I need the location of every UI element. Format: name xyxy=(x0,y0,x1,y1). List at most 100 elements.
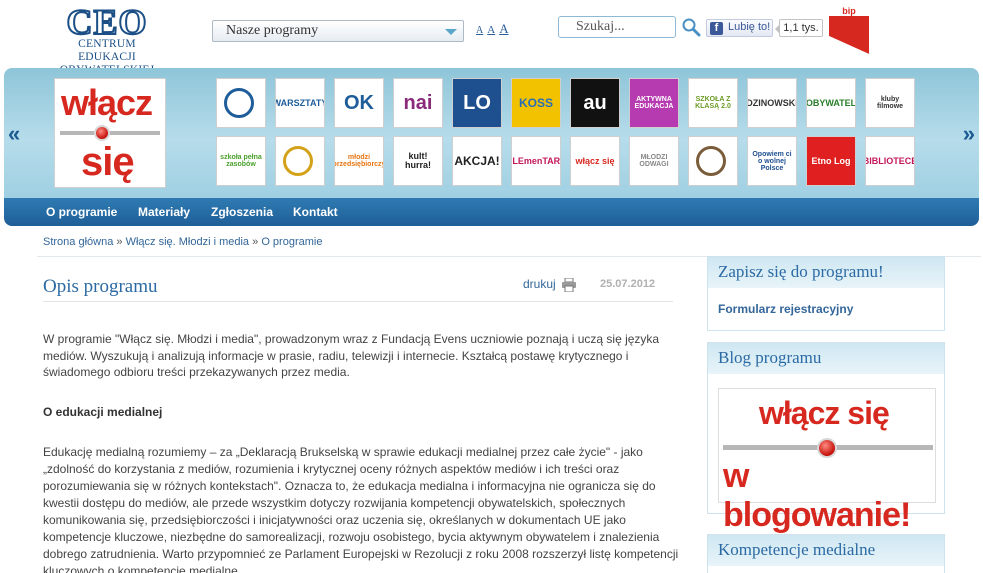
program-tile-label: Opowiem ci o wolnej Polsce xyxy=(752,150,792,172)
program-tile-label: OK xyxy=(344,92,374,114)
programs-dropdown[interactable]: Nasze programy xyxy=(212,20,464,42)
program-tile[interactable]: DZINOWSKI xyxy=(747,78,797,128)
ceo-logo[interactable]: CEO CENTRUM EDUKACJI OBYWATELSKIEJ xyxy=(48,2,166,76)
program-tile[interactable]: włącz się xyxy=(570,136,620,186)
program-tile[interactable]: kult! hurra! xyxy=(393,136,443,186)
logo-mark: CEO xyxy=(65,2,148,42)
facebook-like-count: 1,1 tys. xyxy=(775,19,823,37)
logo-word-1: włącz xyxy=(61,82,153,123)
publish-date: 25.07.2012 xyxy=(600,278,656,290)
logo-slider-bar xyxy=(60,131,160,135)
program-tile[interactable]: BIBLIOTECE xyxy=(865,136,915,186)
program-tile-label xyxy=(254,101,258,105)
plane-badge-icon xyxy=(224,88,254,118)
bip-logo[interactable]: bip xyxy=(829,6,869,54)
program-tile[interactable]: au xyxy=(570,78,620,128)
menu-item-kontakt[interactable]: Kontakt xyxy=(293,205,338,219)
program-tile-label: au xyxy=(583,92,607,114)
breadcrumb: Strona główna » Włącz się. Młodzi i medi… xyxy=(43,236,322,248)
chevron-down-icon xyxy=(445,29,457,35)
breadcrumb-separator: » xyxy=(116,236,123,248)
banner-prev-arrow[interactable]: « xyxy=(8,123,20,145)
banner-next-arrow[interactable]: » xyxy=(963,123,975,145)
breadcrumb-program[interactable]: Włącz się. Młodzi i media xyxy=(126,236,249,248)
program-tile[interactable]: OBYWATEL xyxy=(806,78,856,128)
globe-icon xyxy=(283,146,313,176)
program-tile[interactable]: LO xyxy=(452,78,502,128)
font-size-medium-link[interactable]: A xyxy=(487,24,495,36)
blog-banner-line-1: włącz się xyxy=(759,395,890,431)
programs-dropdown-value: Nasze programy xyxy=(226,23,319,38)
program-tile-label: AKCJA! xyxy=(454,154,500,168)
program-tile[interactable]: AKTYWNA EDUKACJA xyxy=(629,78,679,128)
facebook-like-label: Lubię to! xyxy=(728,21,771,33)
search-icon[interactable] xyxy=(681,17,701,37)
program-tile-label: kluby filmowe xyxy=(876,96,904,110)
program-tile[interactable]: kluby filmowe xyxy=(865,78,915,128)
program-tile-label: OBYWATEL xyxy=(806,97,856,108)
program-tile-label: szkoła pełna zasobów xyxy=(220,154,262,168)
page-title: Opis programu xyxy=(43,276,158,297)
program-tile[interactable]: WARSZTATY xyxy=(275,78,325,128)
programs-banner: « » włącz się WARSZTATY OK nai LO KOSS au AKTY… xyxy=(4,68,979,198)
program-tile-label: WARSZTATY xyxy=(275,97,325,108)
printer-icon[interactable] xyxy=(561,278,577,292)
program-tile-label: AKTYWNA EDUKACJA xyxy=(634,96,674,110)
program-tile[interactable]: młodzi przedsiębiorczy xyxy=(334,136,384,186)
wlacz-sie-logo[interactable]: włącz się xyxy=(54,78,166,188)
program-tile[interactable]: szkoła pełna zasobów xyxy=(216,136,266,186)
program-tile-label: LO xyxy=(463,92,491,114)
program-tile[interactable]: nai xyxy=(393,78,443,128)
program-tile-label: kult! hurra! xyxy=(404,151,431,170)
program-tile[interactable] xyxy=(216,78,266,128)
program-tile-label: nai xyxy=(403,92,433,114)
menu-item-o-programie[interactable]: O programie xyxy=(46,205,117,219)
program-tile-label: młodzi przedsiębiorczy xyxy=(334,154,384,168)
registration-form-link[interactable]: Formularz rejestracyjny xyxy=(718,302,853,316)
section-heading: O edukacji medialnej xyxy=(43,405,163,419)
logo-word-2: się xyxy=(81,140,135,184)
intro-paragraph: W programie "Włącz się. Młodzi i media",… xyxy=(43,332,660,379)
font-size-small-link[interactable]: A xyxy=(476,25,483,36)
program-tile[interactable] xyxy=(275,136,325,186)
body-paragraph: Edukację medialną rozumiemy – za „Deklar… xyxy=(43,445,679,573)
program-tile-label: DZINOWSKI xyxy=(747,97,797,108)
emblem-icon xyxy=(696,146,726,176)
menu-item-zgloszenia[interactable]: Zgłoszenia xyxy=(211,205,273,219)
program-tile-label: SZKOŁA Z KLASĄ 2.0 xyxy=(695,96,731,110)
media-competences-title: Kompetencje medialne xyxy=(708,535,944,566)
program-tile-label: Etno Log xyxy=(811,155,851,166)
breadcrumb-home[interactable]: Strona główna xyxy=(43,236,113,248)
program-tile[interactable]: Etno Log xyxy=(806,136,856,186)
blog-banner[interactable]: włącz się w blogowanie! xyxy=(718,388,936,534)
signup-box: Zapisz się do programu! Formularz rejest… xyxy=(707,256,945,331)
program-tile[interactable]: SZKOŁA Z KLASĄ 2.0 xyxy=(688,78,738,128)
program-tile-label: ELEmenTARZ xyxy=(512,155,561,166)
program-tile[interactable]: AKCJA! xyxy=(452,136,502,186)
breadcrumb-current[interactable]: O programie xyxy=(261,236,322,248)
breadcrumb-separator: » xyxy=(252,236,259,248)
logo-slider-knob xyxy=(94,125,110,141)
facebook-icon: f xyxy=(710,22,723,35)
divider xyxy=(43,301,673,302)
facebook-like-button[interactable]: f Lubię to! xyxy=(706,19,773,37)
signup-box-title: Zapisz się do programu! xyxy=(708,257,944,288)
program-tile[interactable]: OK xyxy=(334,78,384,128)
program-tile[interactable]: KOSS xyxy=(511,78,561,128)
program-tile[interactable]: MŁODZI ODWAGI xyxy=(629,136,679,186)
font-size-switcher: A A A xyxy=(476,21,510,37)
menu-item-materialy[interactable]: Materiały xyxy=(138,205,190,219)
program-tile[interactable]: ELEmenTARZ xyxy=(511,136,561,186)
program-tile-label: MŁODZI ODWAGI xyxy=(639,154,669,168)
blog-box: Blog programu włącz się w blogowanie! xyxy=(707,342,945,534)
program-tile-label xyxy=(313,159,317,163)
search-input[interactable]: Szukaj... xyxy=(558,16,676,38)
print-link[interactable]: drukuj xyxy=(523,277,556,291)
main-menu: O programie Materiały Zgłoszenia Kontakt xyxy=(4,198,979,226)
program-tile[interactable]: Opowiem ci o wolnej Polsce xyxy=(747,136,797,186)
font-size-large-link[interactable]: A xyxy=(499,21,508,36)
program-tile-label: włącz się xyxy=(575,155,615,166)
program-tiles: WARSZTATY OK nai LO KOSS au AKTYWNA EDUKACJA SZ… xyxy=(216,78,915,186)
media-competences-box: Kompetencje medialne xyxy=(707,534,945,573)
program-tile[interactable] xyxy=(688,136,738,186)
